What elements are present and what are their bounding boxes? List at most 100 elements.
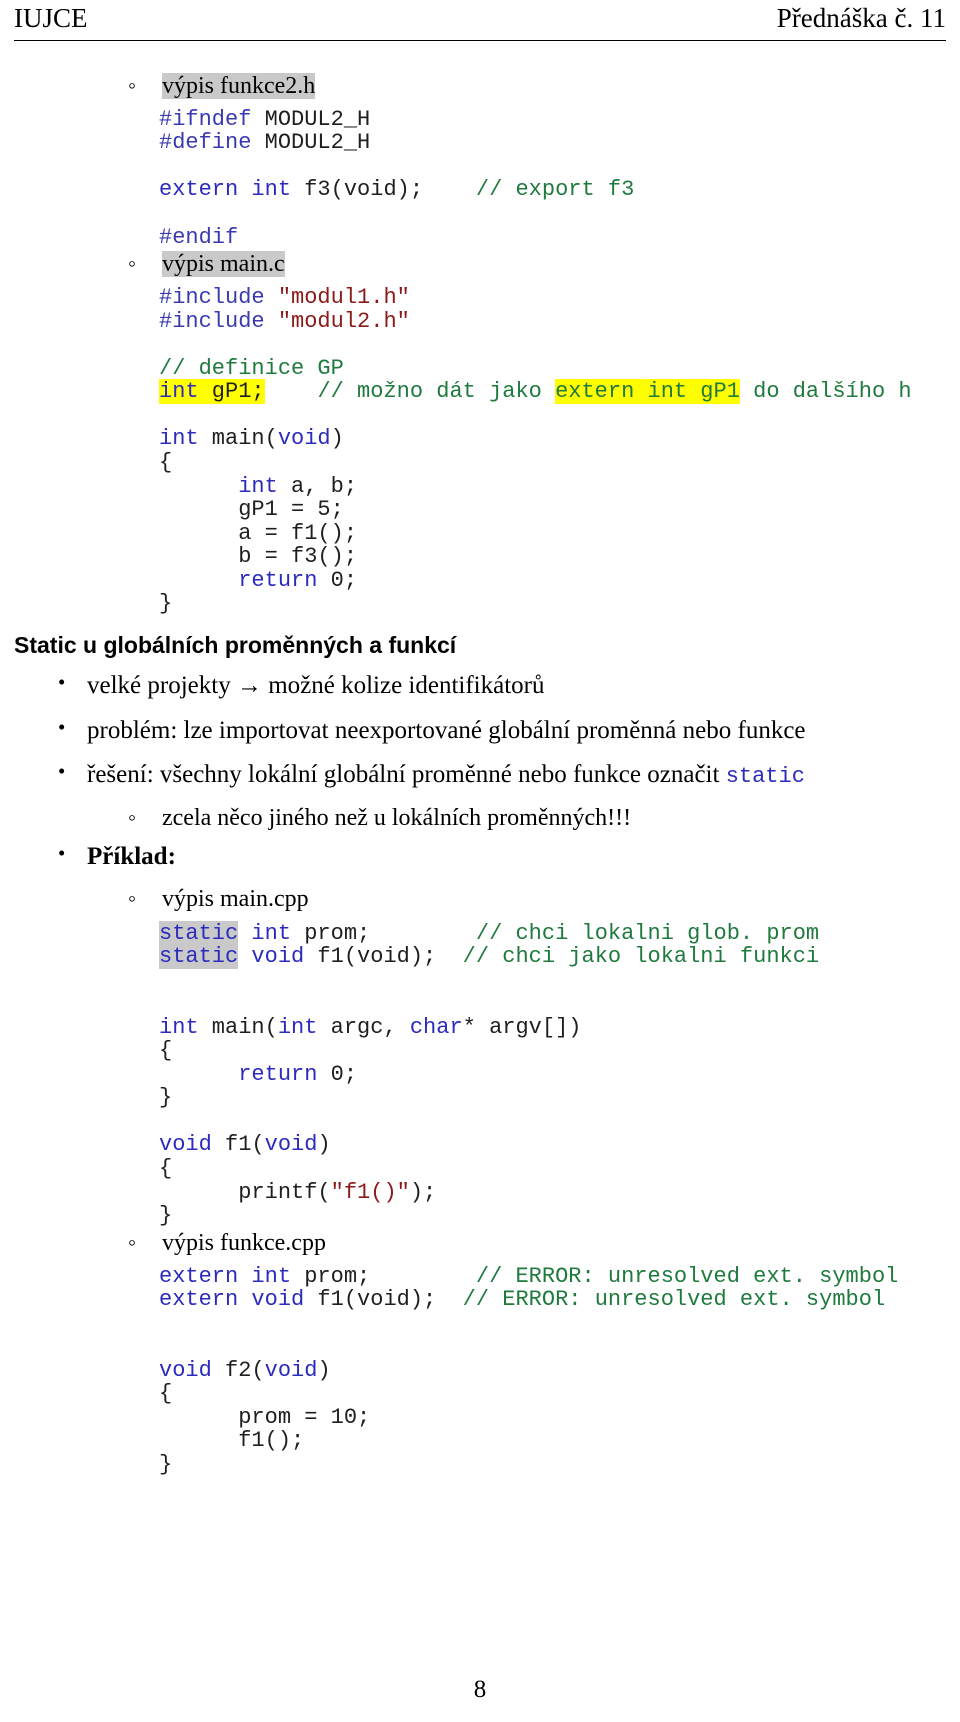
- code-token-int-gp1: int: [159, 379, 199, 405]
- code-token-modul1h-path: "modul1.h": [264, 285, 410, 311]
- list-item-vypis-funkcecpp: výpis funkce.cpp: [14, 1228, 946, 1259]
- sub-bullet-zcela-label: zcela něco jiného než u lokálních proměn…: [162, 804, 632, 831]
- code-token-void-f1-def: void: [159, 1132, 212, 1158]
- code-token-f2-name: f2(: [211, 1357, 265, 1383]
- code-token-int-main: int: [159, 426, 199, 452]
- code-token-int-prom: int: [238, 920, 292, 946]
- page-number: 8: [473, 1676, 487, 1703]
- code-token-argc: argc,: [317, 1014, 410, 1040]
- code-stmt-a-assign: a = f1();: [238, 520, 358, 546]
- list-funkcecpp: výpis funkce.cpp: [14, 1228, 946, 1259]
- code-gap-3: [370, 921, 476, 946]
- code-block-funkce2h: #ifndef MODUL2_H #define MODUL2_H extern…: [14, 108, 946, 249]
- code-token-static-prom: static: [159, 920, 239, 946]
- code-token-brace-open-f2: {: [159, 1381, 173, 1407]
- code-token-brace-open-mainc: {: [159, 449, 173, 475]
- code-comment-mozno-dat-b: do dalšího h: [739, 379, 912, 405]
- code-comment-error-symbol-1: // ERROR: unresolved ext. symbol: [475, 1263, 899, 1289]
- code-token-argv: * argv[]): [462, 1014, 582, 1040]
- bullet-problem-label: problém: lze importovat neexportované gl…: [87, 716, 806, 744]
- code-token-extern-int-prom: extern int: [159, 1263, 292, 1289]
- code-gap-1: [423, 177, 476, 202]
- vypis-maincpp-label: výpis main.cpp: [162, 886, 309, 913]
- list-maincpp: výpis main.cpp: [14, 884, 946, 915]
- code-token-ab-decl: a, b;: [277, 473, 358, 499]
- bullet-reseni-code-static: static: [725, 764, 805, 790]
- code-token-int-main-cpp: int: [159, 1014, 199, 1040]
- bullet-reseni-label: řešení: všechny lokální globální proměnn…: [87, 761, 726, 789]
- code-token-char: char: [409, 1014, 463, 1040]
- code-block-mainc: #include "modul1.h" #include "modul2.h" …: [14, 286, 946, 615]
- code-token-int-argc: int: [277, 1014, 318, 1040]
- code-token-f1-decl: f1(void);: [304, 944, 437, 970]
- code-token-modul2h-2: MODUL2_H: [251, 130, 371, 156]
- list-mainc: výpis main.c: [14, 249, 946, 280]
- code-gap-2: [265, 379, 318, 404]
- bullet-velke-projekty-label: velké projekty → možné kolize identifiká…: [87, 672, 545, 700]
- vypis-funkce2h-label: výpis funkce2.h: [162, 72, 316, 99]
- code-comment-definice-gp: // definice GP: [159, 355, 344, 381]
- code-token-f1-paren-close: ): [317, 1132, 331, 1158]
- code-token-brace-close-maincpp: }: [159, 1085, 173, 1111]
- code-comment-mozno-dat-a: // možno dát jako: [317, 379, 556, 405]
- code-token-brace-close-mainc: }: [159, 591, 173, 617]
- code-token-main-name-cpp: main(: [198, 1014, 278, 1040]
- bullet-problem: problém: lze importovat neexportované gl…: [14, 713, 946, 748]
- code-comment-extern-int-gp1: extern int gP1: [555, 379, 740, 405]
- code-stmt-prom-assign: prom = 10;: [238, 1404, 371, 1430]
- code-token-void-f2: void: [159, 1357, 212, 1383]
- code-token-printf-end: );: [409, 1179, 437, 1205]
- header-left-title: IUJCE: [14, 3, 88, 33]
- bullet-reseni: řešení: všechny lokální globální proměnn…: [14, 757, 946, 792]
- code-stmt-gp1-assign: gP1 = 5;: [238, 497, 344, 523]
- code-token-modul2h-1: MODUL2_H: [251, 106, 371, 132]
- code-token-f3-decl: f3(void);: [291, 177, 424, 203]
- code-token-f2-paren-close: ): [317, 1357, 331, 1383]
- code-token-printf-string: "f1()": [330, 1179, 410, 1205]
- code-token-prom-decl: prom;: [291, 920, 371, 946]
- code-token-extern-int-f3: extern int: [159, 177, 292, 203]
- header-right-title: Přednáška č. 11: [776, 3, 946, 33]
- code-block-maincpp: static int prom; // chci lokalni glob. p…: [14, 920, 946, 1229]
- code-token-int-ab: int: [238, 473, 278, 499]
- bullet-list-static: velké projekty → možné kolize identifiká…: [14, 668, 946, 792]
- page-footer: 8: [0, 1676, 960, 1704]
- sub-bullet-zcela-neco-jineho: zcela něco jiného než u lokálních proměn…: [14, 803, 946, 834]
- code-token-main-name: main(: [198, 426, 278, 452]
- code-token-void-f2-param: void: [264, 1357, 318, 1383]
- code-token-include-2: #include: [159, 308, 265, 334]
- list-item-vypis-mainc: výpis main.c: [14, 249, 946, 280]
- code-token-ifndef: #ifndef: [159, 106, 252, 132]
- bullet-priklad: Příklad:: [14, 839, 946, 874]
- bullet-priklad-label: Příklad:: [87, 842, 176, 870]
- section-heading-static: Static u globálních proměnných a funkcí: [14, 631, 457, 658]
- code-token-brace-close-f2: }: [159, 1452, 173, 1477]
- code-stmt-b-assign: b = f3();: [238, 544, 358, 570]
- vypis-funkcecpp-label: výpis funkce.cpp: [162, 1229, 326, 1256]
- code-stmt-f1-call: f1();: [238, 1428, 305, 1454]
- code-gap-5: [370, 1264, 476, 1289]
- code-token-brace-close-f1: }: [159, 1203, 173, 1229]
- document-page: IUJCE Přednáška č. 11 výpis funkce2.h #i…: [0, 0, 960, 1722]
- bullet-velke-projekty: velké projekty → možné kolize identifiká…: [14, 668, 946, 703]
- code-token-void-f1-param: void: [264, 1132, 318, 1158]
- code-comment-error-symbol-2: // ERROR: unresolved ext. symbol: [462, 1287, 886, 1313]
- list-item-vypis-funkce2h: výpis funkce2.h: [14, 71, 946, 102]
- code-token-endif: #endif: [159, 224, 239, 250]
- code-gap-6: [436, 1287, 462, 1312]
- list-item-vypis-maincpp: výpis main.cpp: [14, 884, 946, 915]
- sub-list-reseni: zcela něco jiného než u lokálních proměn…: [14, 803, 946, 834]
- code-token-void-f1: void: [238, 944, 305, 970]
- page-header: IUJCE Přednáška č. 11: [14, 0, 946, 34]
- code-token-extern-void-f1: extern void: [159, 1287, 305, 1313]
- code-comment-export-f3: // export f3: [475, 177, 635, 203]
- code-token-define: #define: [159, 130, 252, 156]
- code-comment-chci-lokalni-glob: // chci lokalni glob. prom: [475, 920, 820, 946]
- code-token-modul2h-path: "modul2.h": [264, 308, 410, 334]
- code-token-prom-extern: prom;: [291, 1263, 371, 1289]
- code-token-return-mainc: return: [238, 567, 318, 593]
- code-token-void-param: void: [277, 426, 331, 452]
- code-token-f1-name: f1(: [211, 1132, 265, 1158]
